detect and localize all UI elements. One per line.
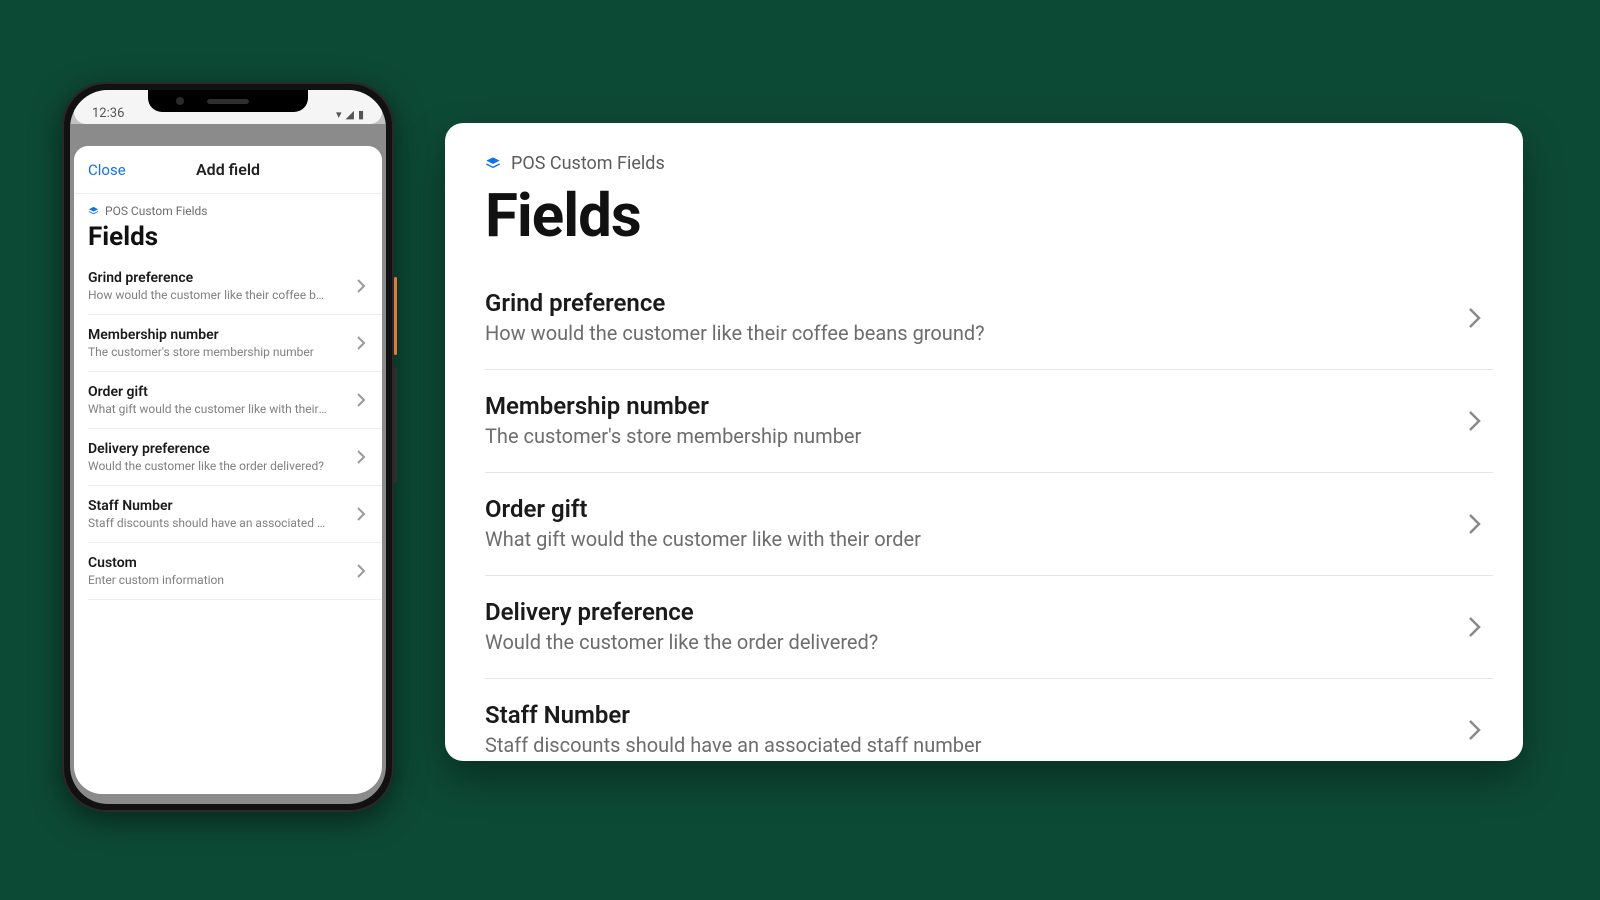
item-title: Grind preference xyxy=(485,289,1493,317)
list-item[interactable]: Grind preference How would the customer … xyxy=(485,267,1493,370)
chevron-right-icon xyxy=(356,335,366,351)
field-list: Grind preference How would the customer … xyxy=(485,267,1493,761)
list-item[interactable]: Order gift What gift would the customer … xyxy=(485,473,1493,576)
list-item[interactable]: Delivery preference Would the customer l… xyxy=(88,429,382,486)
item-title: Staff Number xyxy=(88,498,368,514)
item-desc: The customer's store membership number xyxy=(88,345,328,359)
app-header: POS Custom Fields Fields xyxy=(74,194,382,258)
list-item[interactable]: Membership number The customer's store m… xyxy=(485,370,1493,473)
nav-pill xyxy=(168,788,288,792)
item-desc: The customer's store membership number xyxy=(485,424,1493,448)
list-item[interactable]: Membership number The customer's store m… xyxy=(88,315,382,372)
item-title: Order gift xyxy=(88,384,368,400)
item-title: Order gift xyxy=(485,495,1493,523)
item-desc: What gift would the customer like with t… xyxy=(485,527,1493,551)
item-desc: How would the customer like their coffee… xyxy=(88,288,328,302)
volume-button xyxy=(394,367,397,483)
chevron-right-icon xyxy=(1468,513,1481,535)
app-tag: POS Custom Fields xyxy=(88,204,368,218)
close-button[interactable]: Close xyxy=(88,161,126,179)
item-title: Membership number xyxy=(88,327,368,343)
phone-screen: 12:36 ▾ ◢ ▮ Close Add field POS Custom F… xyxy=(70,90,386,804)
status-time: 12:36 xyxy=(92,106,124,121)
item-title: Staff Number xyxy=(485,701,1493,729)
page-title: Fields xyxy=(485,180,1493,251)
item-desc: How would the customer like their coffee… xyxy=(485,321,1493,345)
chevron-right-icon xyxy=(356,278,366,294)
list-item[interactable]: Staff Number Staff discounts should have… xyxy=(88,486,382,543)
power-button xyxy=(394,277,397,355)
chevron-right-icon xyxy=(356,563,366,579)
app-icon xyxy=(88,206,99,217)
item-desc: Would the customer like the order delive… xyxy=(485,630,1493,654)
item-title: Membership number xyxy=(485,392,1493,420)
phone-notch xyxy=(148,90,308,112)
list-item[interactable]: Staff Number Staff discounts should have… xyxy=(485,679,1493,761)
chevron-right-icon xyxy=(356,392,366,408)
item-title: Grind preference xyxy=(88,270,368,286)
chevron-right-icon xyxy=(1468,410,1481,432)
item-desc: Would the customer like the order delive… xyxy=(88,459,328,473)
list-item[interactable]: Custom Enter custom information xyxy=(88,543,382,600)
item-desc: Staff discounts should have an associate… xyxy=(88,516,328,530)
page-title: Fields xyxy=(88,222,368,252)
app-icon xyxy=(485,156,501,172)
fields-card: POS Custom Fields Fields Grind preferenc… xyxy=(445,123,1523,761)
item-desc: What gift would the customer like with t… xyxy=(88,402,328,416)
app-tag-label: POS Custom Fields xyxy=(105,204,208,218)
chevron-right-icon xyxy=(1468,719,1481,741)
modal-title: Add field xyxy=(196,160,260,179)
signal-icon: ◢ xyxy=(345,108,353,121)
phone-mockup: 12:36 ▾ ◢ ▮ Close Add field POS Custom F… xyxy=(62,82,394,812)
item-desc: Staff discounts should have an associate… xyxy=(485,733,1493,757)
add-field-modal: Close Add field POS Custom Fields Fields… xyxy=(74,146,382,794)
list-item[interactable]: Delivery preference Would the customer l… xyxy=(485,576,1493,679)
list-item[interactable]: Order gift What gift would the customer … xyxy=(88,372,382,429)
item-desc: Enter custom information xyxy=(88,573,328,587)
item-title: Custom xyxy=(88,555,368,571)
status-icons: ▾ ◢ ▮ xyxy=(336,108,364,121)
chevron-right-icon xyxy=(1468,307,1481,329)
phone-inner: 12:36 ▾ ◢ ▮ Close Add field POS Custom F… xyxy=(70,90,386,804)
field-list: Grind preference How would the customer … xyxy=(74,258,382,600)
chevron-right-icon xyxy=(356,506,366,522)
modal-header: Close Add field xyxy=(74,146,382,194)
app-tag-label: POS Custom Fields xyxy=(511,153,665,174)
list-item[interactable]: Grind preference How would the customer … xyxy=(88,258,382,315)
app-tag: POS Custom Fields xyxy=(485,153,1493,174)
chevron-right-icon xyxy=(356,449,366,465)
wifi-icon: ▾ xyxy=(336,108,342,121)
item-title: Delivery preference xyxy=(88,441,368,457)
item-title: Delivery preference xyxy=(485,598,1493,626)
battery-icon: ▮ xyxy=(358,108,364,121)
chevron-right-icon xyxy=(1468,616,1481,638)
